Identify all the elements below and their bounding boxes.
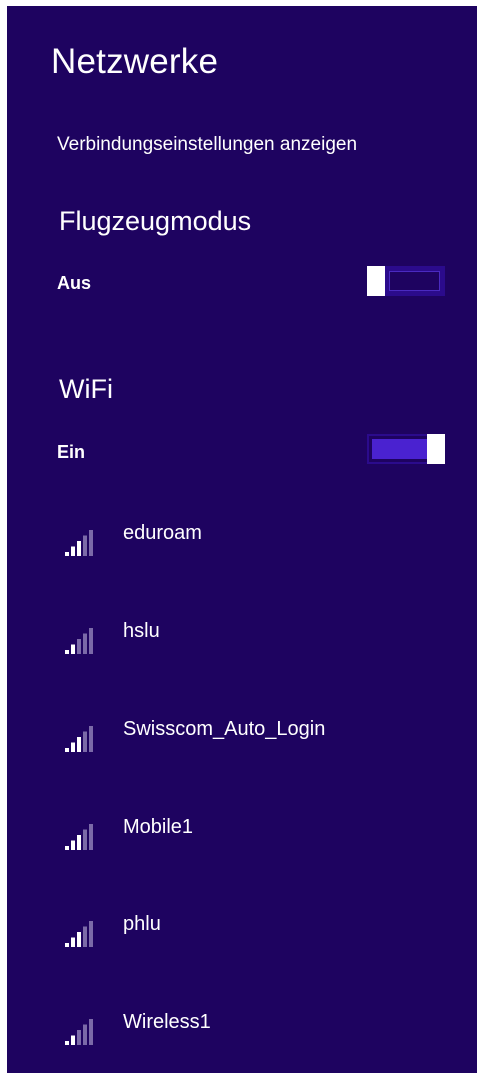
signal-bar <box>65 846 69 850</box>
wifi-signal-icon <box>65 824 93 850</box>
signal-bar <box>71 644 75 654</box>
network-item[interactable]: hslu <box>65 616 445 666</box>
airplane-mode-toggle-knob <box>367 266 385 296</box>
wifi-signal-icon <box>65 530 93 556</box>
signal-bar <box>89 1019 93 1045</box>
signal-bar <box>77 1030 81 1045</box>
network-item[interactable]: phlu <box>65 909 445 959</box>
wifi-title: WiFi <box>59 374 113 404</box>
signal-bar <box>83 1024 87 1045</box>
network-item[interactable]: Swisscom_Auto_Login <box>65 714 445 764</box>
network-name: Mobile1 <box>123 816 194 838</box>
signal-bar <box>71 546 75 556</box>
network-name: hslu <box>123 620 160 642</box>
signal-bar <box>77 737 81 752</box>
network-name: Swisscom_Auto_Login <box>123 718 326 740</box>
wifi-toggle[interactable] <box>367 434 445 464</box>
connection-settings-link[interactable]: Verbindungseinstellungen anzeigen <box>57 134 357 156</box>
signal-bar <box>71 1035 75 1045</box>
signal-bar <box>71 937 75 947</box>
wifi-state-label: Ein <box>57 442 86 462</box>
airplane-mode-state-label: Aus <box>57 273 92 293</box>
signal-bar <box>83 926 87 947</box>
network-panel: Netzwerke Verbindungseinstellungen anzei… <box>7 6 477 1073</box>
signal-bar <box>83 829 87 850</box>
signal-bar <box>83 633 87 654</box>
signal-bar <box>71 840 75 850</box>
airplane-mode-toggle-fill <box>389 271 440 291</box>
wifi-signal-icon <box>65 921 93 947</box>
signal-bar <box>65 552 69 556</box>
signal-bar <box>89 726 93 752</box>
airplane-mode-toggle[interactable] <box>367 266 445 296</box>
signal-bar <box>65 943 69 947</box>
wifi-toggle-knob <box>427 434 445 464</box>
network-item[interactable]: Mobile1 <box>65 812 445 862</box>
airplane-mode-title: Flugzeugmodus <box>59 206 252 236</box>
signal-bar <box>65 1041 69 1045</box>
wifi-signal-icon <box>65 628 93 654</box>
signal-bar <box>77 835 81 850</box>
network-name: Wireless1 <box>123 1011 211 1033</box>
signal-bar <box>83 731 87 752</box>
signal-bar <box>71 742 75 752</box>
network-name: phlu <box>123 913 161 935</box>
network-item[interactable]: eduroam <box>65 518 445 568</box>
signal-bar <box>77 932 81 947</box>
signal-bar <box>89 628 93 654</box>
signal-bar <box>77 639 81 654</box>
signal-bar <box>77 541 81 556</box>
signal-bar <box>89 921 93 947</box>
wifi-toggle-fill <box>372 439 427 459</box>
network-item[interactable]: Wireless1 <box>65 1007 445 1057</box>
signal-bar <box>65 748 69 752</box>
signal-bar <box>65 650 69 654</box>
wifi-signal-icon <box>65 726 93 752</box>
signal-bar <box>83 535 87 556</box>
wifi-signal-icon <box>65 1019 93 1045</box>
panel-title: Netzwerke <box>51 42 219 81</box>
signal-bar <box>89 824 93 850</box>
signal-bar <box>89 530 93 556</box>
network-name: eduroam <box>123 522 202 544</box>
